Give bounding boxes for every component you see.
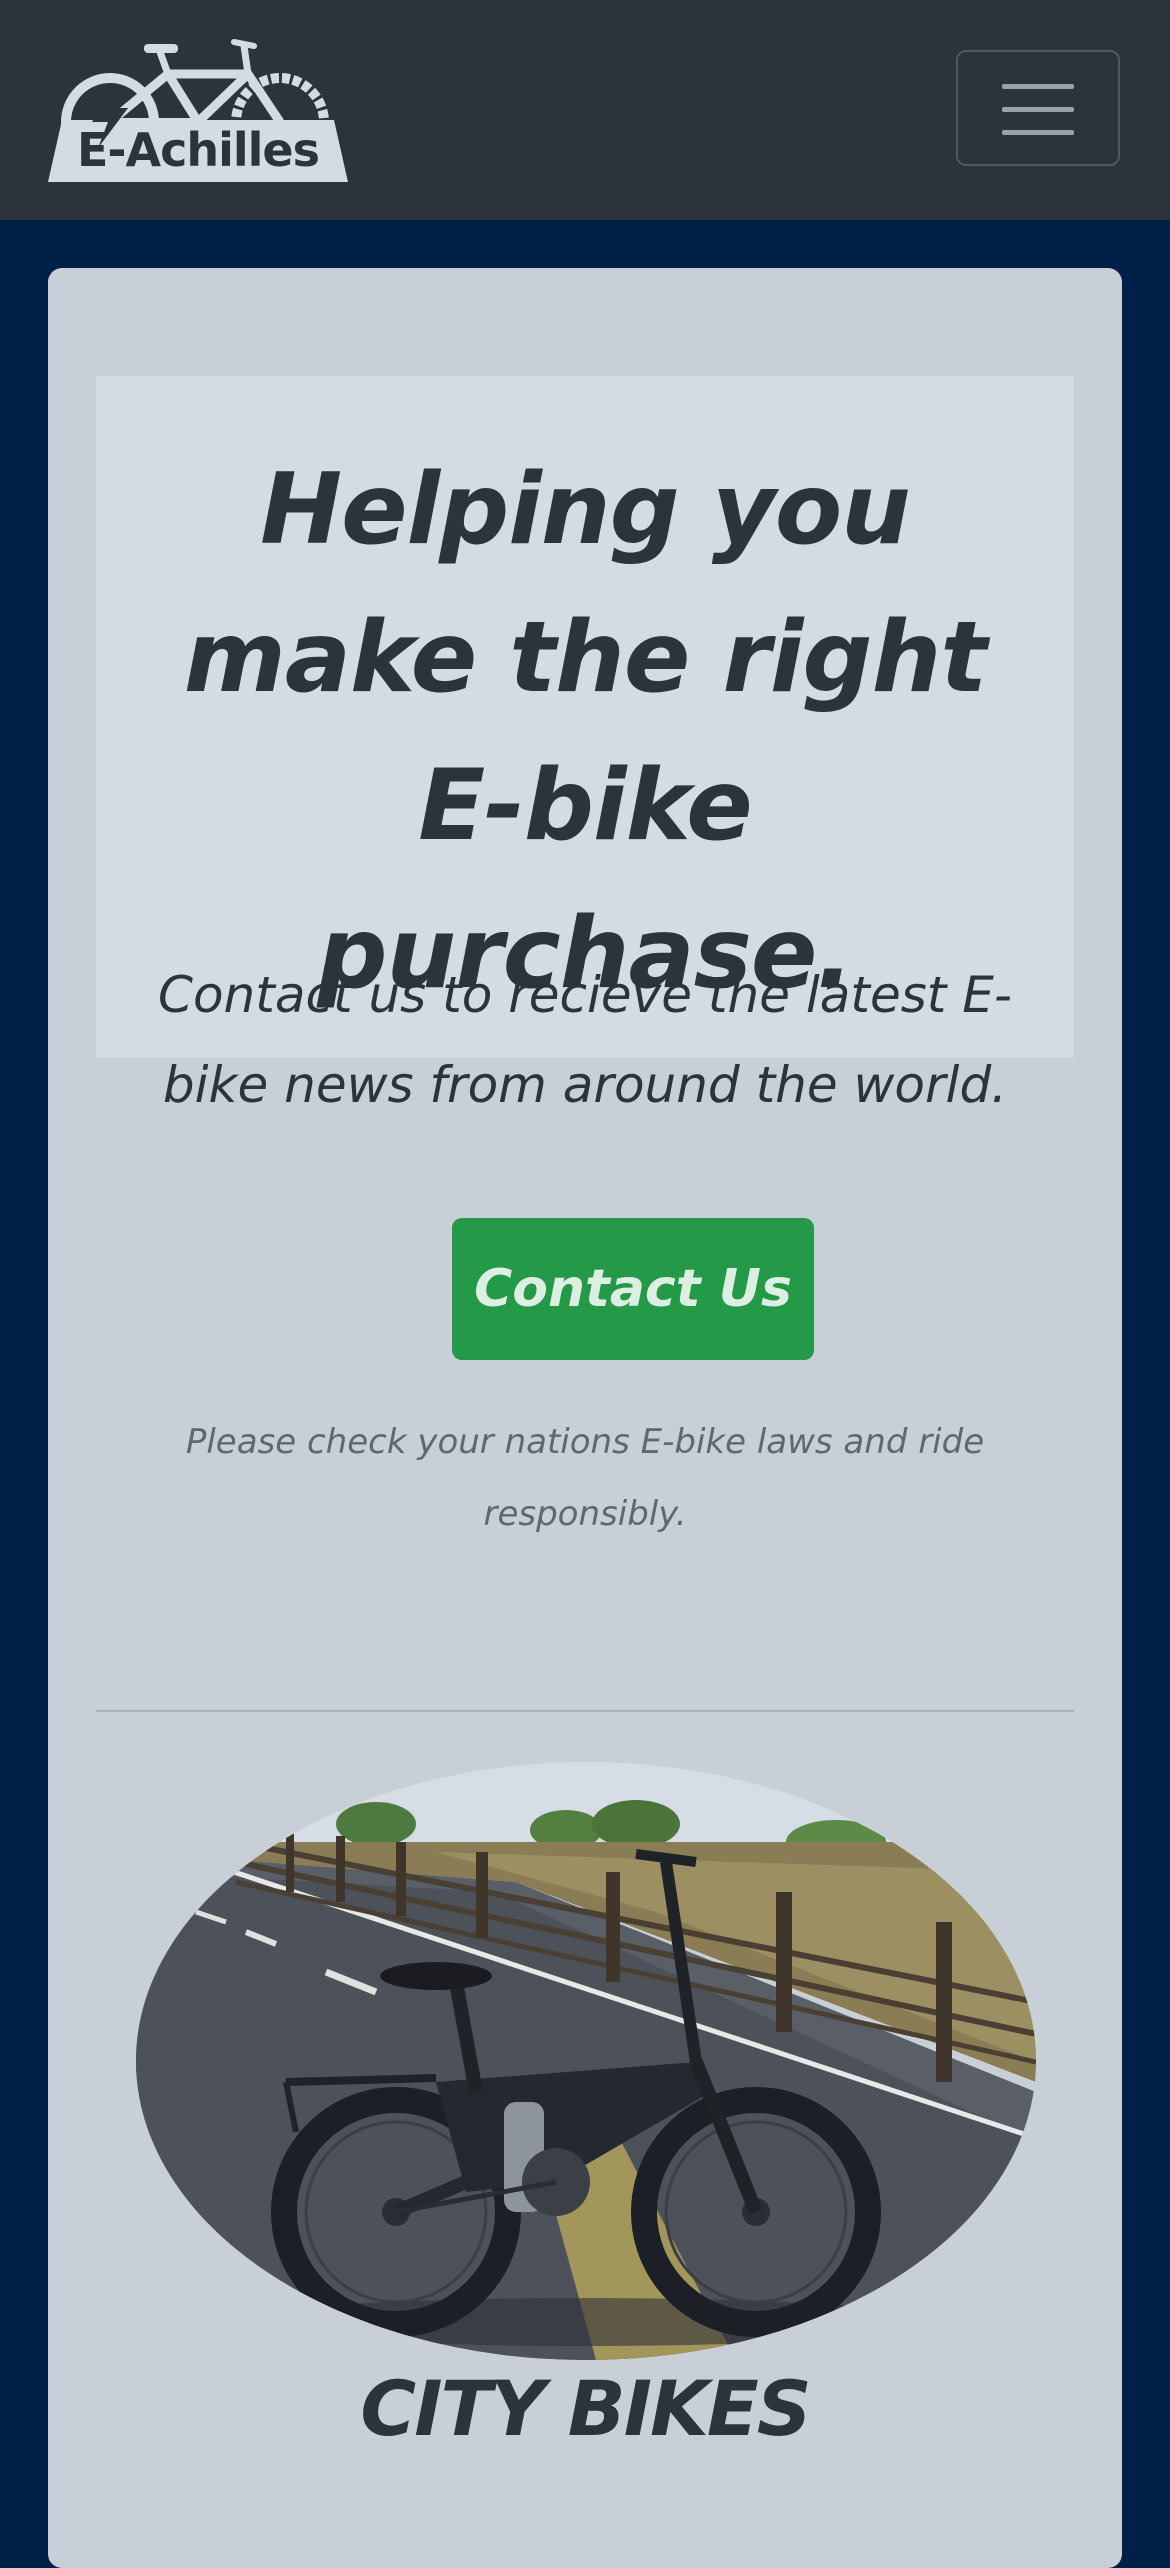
contact-us-button[interactable]: Contact Us xyxy=(452,1218,814,1360)
city-bike-photo xyxy=(136,1762,1036,2360)
brand-name: E-Achilles xyxy=(76,123,320,177)
menu-toggle-button[interactable] xyxy=(956,50,1120,166)
city-bikes-heading: CITY BIKES xyxy=(360,2364,811,2453)
main-card: Helping you make the right E-bike purcha… xyxy=(48,268,1122,2568)
hero-lead-text: Contact us to recieve the latest E-bike … xyxy=(158,966,1012,1114)
navbar: E-Achilles xyxy=(0,0,1170,220)
disclaimer-text: Please check your nations E-bike laws an… xyxy=(185,1422,985,1534)
hero-section: Helping you make the right E-bike purcha… xyxy=(96,376,1074,1534)
section-divider xyxy=(96,1710,1074,1712)
hero-title: Helping you make the right E-bike purcha… xyxy=(183,453,987,1011)
brand-logo[interactable]: E-Achilles xyxy=(48,36,348,182)
